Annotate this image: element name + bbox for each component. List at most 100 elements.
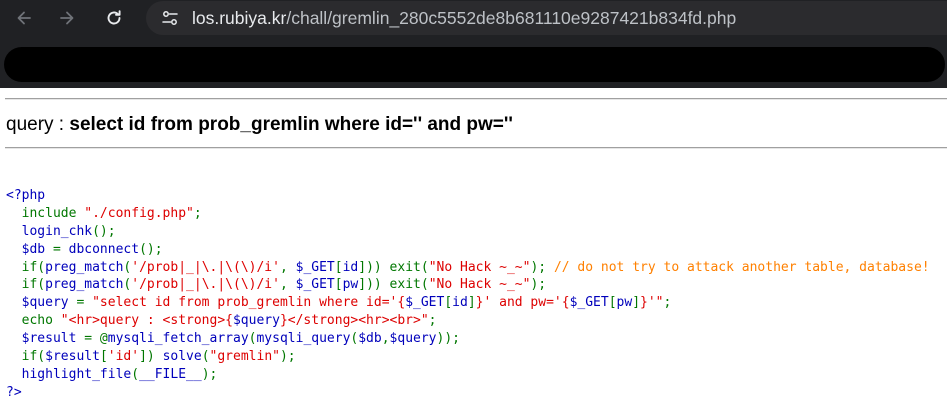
code-token: , (381, 331, 390, 347)
code-token: pw (342, 277, 359, 293)
code-token: "<hr>query : <strong>{ (60, 313, 233, 329)
code-token: }' and pw='{ (475, 295, 570, 311)
browser-chrome: los.rubiya.kr/chall/gremlin_280c5552de8b… (0, 0, 947, 88)
code-token: $_GET (295, 277, 335, 293)
code-token: __FILE__ (139, 366, 202, 382)
code-token: [ (334, 259, 343, 275)
arrow-right-icon (60, 11, 74, 25)
code-token: $query (232, 313, 280, 329)
code-token: [ (608, 295, 617, 311)
back-button[interactable] (12, 6, 36, 30)
code-token: $_GET (569, 295, 609, 311)
code-line: login_chk(); (6, 223, 930, 241)
code-token: solve (162, 349, 202, 365)
arrow-left-icon (17, 11, 31, 25)
code-line: echo "<hr>query : <strong>{$query}</stro… (6, 312, 930, 330)
code-token: preg_match (45, 277, 124, 293)
code-token: '/prob|_|\.|\(\)/i' (131, 277, 280, 293)
code-token: }'" (640, 295, 664, 311)
code-token: ] (632, 295, 641, 311)
code-token: "select id from prob_gremlin where id='{ (92, 295, 406, 311)
bookmarks-bar (0, 44, 947, 88)
php-source-code: <?php include "./config.php"; login_chk(… (6, 187, 930, 402)
code-token: <?php (6, 188, 46, 203)
address-bar[interactable]: los.rubiya.kr/chall/gremlin_280c5552de8b… (146, 1, 947, 35)
code-token: [ (444, 295, 453, 311)
code-token: "No Hack ~_~" (428, 259, 531, 275)
code-token: ; (663, 295, 672, 311)
code-token: [ (99, 349, 108, 365)
code-token: $db (358, 331, 382, 347)
url-text[interactable]: los.rubiya.kr/chall/gremlin_280c5552de8b… (192, 8, 736, 29)
code-line: include "./config.php"; (6, 205, 930, 223)
redaction-bar (4, 47, 945, 82)
code-token: ?> (6, 384, 22, 400)
url-host: los.rubiya.kr (192, 7, 287, 28)
code-token: "./config.php" (84, 205, 194, 221)
code-line: if(preg_match('/prob|_|\.|\(\)/i', $_GET… (6, 259, 930, 277)
code-token: mysqli_query (256, 331, 351, 347)
code-token: ( (201, 349, 210, 365)
code-line: $query = "select id from prob_gremlin wh… (6, 294, 930, 312)
code-token: ])) exit( (358, 277, 429, 293)
query-text: select id from prob_gremlin where id='' … (69, 114, 513, 135)
code-line: $result = @mysqli_fetch_array(mysqli_que… (6, 330, 930, 348)
code-token: if( (6, 259, 46, 275)
code-line: if(preg_match('/prob|_|\.|\(\)/i', $_GET… (6, 276, 930, 294)
code-token: if( (6, 277, 46, 293)
code-token: ] (467, 295, 476, 311)
code-token: ); (201, 366, 218, 382)
code-token: = (52, 241, 69, 257)
code-line: highlight_file(__FILE__); (6, 366, 930, 384)
code-token: ); (530, 259, 554, 275)
code-token: $result (21, 331, 85, 347)
code-token: pw (616, 295, 633, 311)
reload-icon (107, 10, 121, 25)
site-settings-icon[interactable] (160, 8, 180, 28)
code-token: highlight_file (21, 366, 132, 382)
code-token: $_GET (405, 295, 445, 311)
code-token: id (342, 259, 359, 275)
code-token: preg_match (45, 259, 124, 275)
code-token: "gremlin" (209, 349, 280, 365)
query-output: query : select id from prob_gremlin wher… (6, 114, 513, 136)
code-line: ?> (6, 384, 930, 402)
code-token: (); (92, 223, 116, 239)
code-token: }</strong><hr><br>" (279, 313, 429, 329)
code-line: if($result['id']) solve("gremlin"); (6, 348, 930, 366)
code-token: (); (139, 241, 163, 257)
code-token: ( (131, 366, 140, 382)
code-token: [ (334, 277, 343, 293)
code-token: if( (6, 349, 46, 365)
forward-button[interactable] (55, 6, 79, 30)
code-token: $query (21, 295, 77, 311)
code-token: ); (530, 277, 547, 293)
code-token: '/prob|_|\.|\(\)/i' (131, 259, 280, 275)
code-token: , (279, 277, 296, 293)
code-token: $db (21, 241, 53, 257)
code-token: "No Hack ~_~" (428, 277, 531, 293)
code-token: )); (436, 331, 460, 347)
code-token: include (6, 205, 85, 221)
reload-button[interactable] (102, 6, 126, 30)
code-token: = (76, 295, 93, 311)
code-token: $query (389, 331, 437, 347)
code-token: $result (45, 349, 100, 365)
code-token: 'id' (107, 349, 140, 365)
code-line: $db = dbconnect(); (6, 241, 930, 259)
code-token: ; (428, 313, 437, 329)
query-label: query : (6, 114, 70, 135)
code-token: , (279, 259, 296, 275)
horizontal-rule-top (5, 98, 947, 100)
code-token: ]) (139, 349, 163, 365)
code-token: ; (193, 205, 202, 221)
code-token: mysqli_fetch_array (107, 331, 249, 347)
code-token: // do not try to attack another table, d… (553, 259, 930, 275)
horizontal-rule-bottom (5, 147, 947, 149)
code-token: = @ (84, 331, 108, 347)
